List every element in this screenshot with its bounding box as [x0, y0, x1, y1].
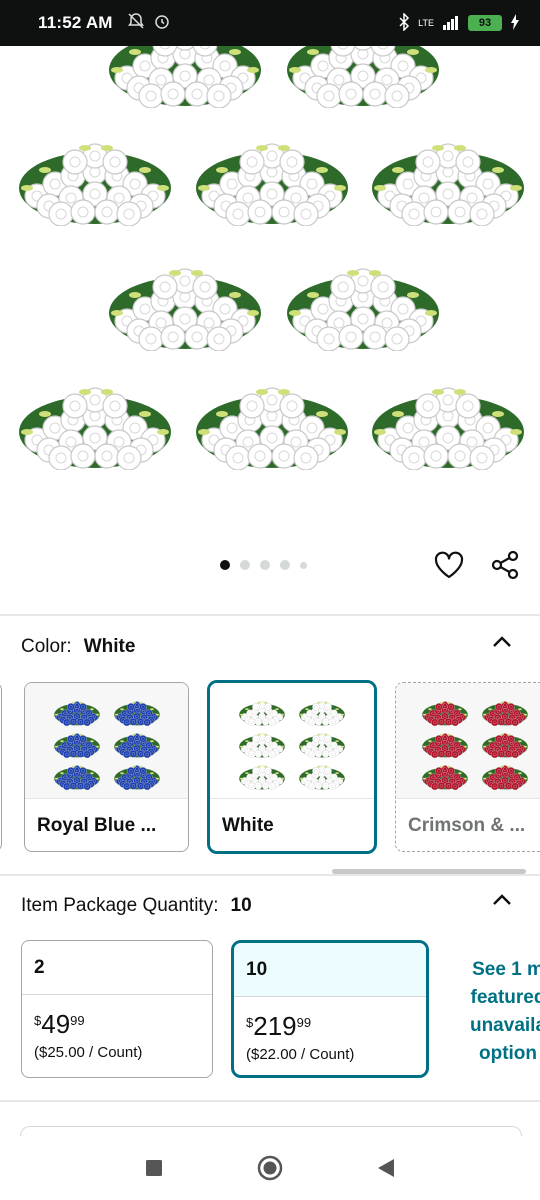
- mini-bouquet: [238, 728, 286, 758]
- divider: [0, 874, 540, 876]
- mini-bouquet: [238, 760, 286, 790]
- system-nav-bar: [0, 1136, 540, 1200]
- bouquet-image: [192, 370, 352, 470]
- charging-icon: [510, 13, 520, 33]
- swatch-image: [210, 683, 374, 799]
- pager-dot[interactable]: [220, 560, 230, 570]
- divider: [0, 1100, 540, 1102]
- network-type: LTE: [418, 17, 434, 28]
- mini-bouquet: [53, 728, 101, 758]
- pager-dot[interactable]: [300, 561, 307, 569]
- bouquet-image: [192, 126, 352, 226]
- color-swatch-crimson[interactable]: Crimson & ...: [395, 682, 540, 852]
- mini-bouquet: [481, 696, 529, 726]
- share-icon[interactable]: [488, 548, 522, 582]
- bouquet-image: [105, 46, 265, 108]
- circle-icon[interactable]: [255, 1153, 285, 1183]
- quantity-label: Item Package Quantity:: [21, 895, 219, 916]
- image-pager[interactable]: [220, 560, 307, 570]
- quantity-option-10[interactable]: 10 $21999 ($22.00 / Count): [231, 940, 429, 1078]
- swatch-label: Crimson & ...: [408, 815, 526, 836]
- chevron-up-icon[interactable]: [490, 630, 514, 654]
- quantity-option-price: $21999: [246, 1011, 312, 1041]
- quantity-header[interactable]: Item Package Quantity: 10: [21, 895, 252, 917]
- color-selected-value: White: [83, 636, 136, 657]
- swatch-label: Royal Blue ...: [37, 815, 157, 836]
- mute-alarm-icon: [127, 12, 145, 35]
- mini-bouquet: [481, 728, 529, 758]
- bouquet-image: [368, 370, 528, 470]
- pager-dot[interactable]: [260, 560, 270, 570]
- signal-icon: [442, 14, 460, 33]
- mini-bouquet: [238, 696, 286, 726]
- see-unavailable-options-link[interactable]: See 1 m featured unavaila option: [448, 956, 540, 1068]
- mini-bouquet: [53, 760, 101, 790]
- square-icon[interactable]: [139, 1153, 169, 1183]
- status-left-icons: [127, 12, 171, 35]
- color-swatch-royal-blue[interactable]: Royal Blue ...: [24, 682, 189, 852]
- quantity-option-price: $4999: [34, 1009, 85, 1039]
- mini-bouquet: [113, 696, 161, 726]
- divider: [0, 614, 540, 616]
- chevron-up-icon[interactable]: [490, 888, 514, 912]
- mini-bouquet: [298, 728, 346, 758]
- pager-dot[interactable]: [280, 560, 290, 570]
- color-swatch-previous[interactable]: [0, 682, 2, 852]
- quantity-option-2[interactable]: 2 $4999 ($25.00 / Count): [21, 940, 213, 1078]
- quantity-option-count: 10: [234, 943, 426, 997]
- color-header[interactable]: Color: White: [21, 636, 135, 658]
- color-swatch-white[interactable]: White: [207, 680, 377, 854]
- mini-bouquet: [298, 760, 346, 790]
- color-label: Color:: [21, 636, 72, 657]
- swatch-label: White: [222, 815, 274, 836]
- triangle-back-icon[interactable]: [371, 1153, 401, 1183]
- swatch-image: [396, 683, 540, 799]
- quantity-option-unit-price: ($22.00 / Count): [246, 1046, 355, 1063]
- status-time: 11:52 AM: [38, 13, 113, 32]
- mini-bouquet: [113, 760, 161, 790]
- status-bar: 11:52 AM LTE 93: [0, 0, 540, 46]
- product-image[interactable]: [0, 46, 540, 536]
- alarm-icon: [153, 12, 171, 35]
- mini-bouquet: [53, 696, 101, 726]
- mini-bouquet: [298, 696, 346, 726]
- quantity-option-count: 2: [22, 941, 212, 995]
- quantity-selected-value: 10: [230, 895, 252, 916]
- heart-icon[interactable]: [432, 548, 466, 582]
- mini-bouquet: [421, 728, 469, 758]
- bouquet-image: [368, 126, 528, 226]
- quantity-option-unit-price: ($25.00 / Count): [34, 1044, 143, 1061]
- swatch-image: [25, 683, 188, 799]
- pager-dot[interactable]: [240, 560, 250, 570]
- bouquet-image: [283, 46, 443, 108]
- bouquet-image: [15, 370, 175, 470]
- mini-bouquet: [481, 760, 529, 790]
- bouquet-image: [15, 126, 175, 226]
- bouquet-image: [283, 251, 443, 351]
- status-right-icons: LTE 93: [398, 11, 520, 34]
- bluetooth-icon: [398, 11, 410, 34]
- bouquet-image: [105, 251, 265, 351]
- mini-bouquet: [113, 728, 161, 758]
- mini-bouquet: [421, 760, 469, 790]
- battery-icon: 93: [468, 15, 502, 31]
- mini-bouquet: [421, 696, 469, 726]
